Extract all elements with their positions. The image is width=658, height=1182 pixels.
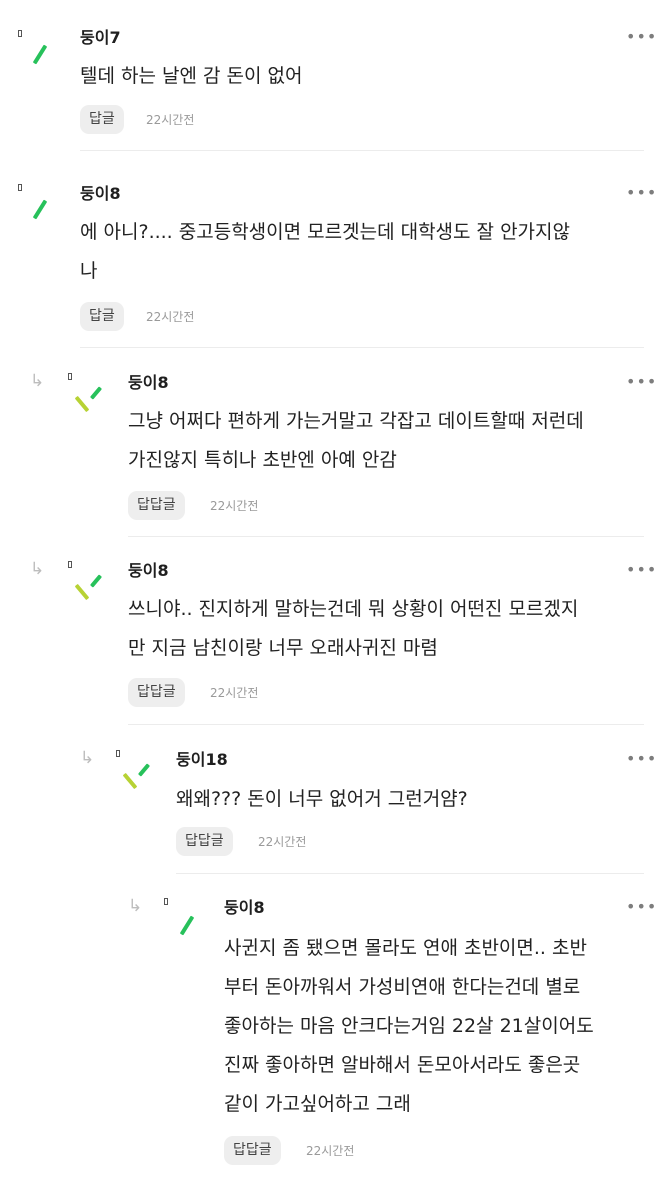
avatar-stroke-icon bbox=[32, 44, 48, 65]
more-options-icon[interactable]: ••• bbox=[626, 751, 657, 767]
comment-author[interactable]: 둥이8 bbox=[128, 373, 169, 393]
divider bbox=[128, 536, 644, 537]
reply-button[interactable]: 답답글 bbox=[176, 827, 233, 856]
small-marker-icon bbox=[116, 750, 120, 757]
avatar-stroke-icon bbox=[179, 915, 195, 936]
comment-text: 왜왜??? 돈이 너무 없어거 그런거얌? bbox=[176, 788, 468, 810]
small-marker-icon bbox=[18, 184, 22, 191]
avatar-stroke-icon bbox=[122, 772, 138, 790]
reply-arrow-icon: ↳ bbox=[30, 371, 45, 391]
comment-author[interactable]: 둥이8 bbox=[80, 184, 121, 204]
comment-time: 22시간전 bbox=[146, 310, 195, 324]
avatar-stroke-icon bbox=[137, 763, 151, 777]
divider bbox=[80, 150, 644, 151]
reply-button[interactable]: 답답글 bbox=[224, 1136, 281, 1165]
divider bbox=[128, 724, 644, 725]
comment-time: 22시간전 bbox=[258, 835, 307, 849]
divider bbox=[80, 347, 644, 348]
reply-button[interactable]: 답답글 bbox=[128, 491, 185, 520]
more-options-icon[interactable]: ••• bbox=[626, 899, 657, 915]
comment-text: 쓰니야.. 진지하게 말하는건데 뭐 상황이 어떤진 모르겠지 만 지금 남친이… bbox=[128, 598, 579, 659]
avatar-stroke-icon bbox=[89, 574, 103, 588]
comment-time: 22시간전 bbox=[146, 113, 195, 127]
more-options-icon[interactable]: ••• bbox=[626, 29, 657, 45]
more-options-icon[interactable]: ••• bbox=[626, 185, 657, 201]
divider bbox=[176, 873, 644, 874]
comment-time: 22시간전 bbox=[306, 1144, 355, 1158]
reply-arrow-icon: ↳ bbox=[30, 559, 45, 579]
comment-author[interactable]: 둥이8 bbox=[128, 561, 169, 581]
more-options-icon[interactable]: ••• bbox=[626, 374, 657, 390]
reply-button[interactable]: 답답글 bbox=[128, 678, 185, 707]
comment-time: 22시간전 bbox=[210, 499, 259, 513]
comment-text: 텔데 하는 날엔 감 돈이 없어 bbox=[80, 65, 303, 87]
reply-button[interactable]: 답글 bbox=[80, 302, 124, 331]
reply-arrow-icon: ↳ bbox=[80, 748, 95, 768]
comment-author[interactable]: 둥이18 bbox=[176, 750, 228, 770]
small-marker-icon bbox=[68, 561, 72, 568]
small-marker-icon bbox=[18, 30, 22, 37]
comment-text: 에 아니?.... 중고등학생이면 모르겟는데 대학생도 잘 안가지않 나 bbox=[80, 221, 571, 282]
avatar-stroke-icon bbox=[74, 583, 90, 601]
avatar-stroke-icon bbox=[89, 386, 103, 400]
comment-text: 사귄지 좀 됐으면 몰라도 연애 초반이면.. 초반 부터 돈아까워서 가성비연… bbox=[224, 937, 594, 1115]
small-marker-icon bbox=[68, 373, 72, 380]
reply-button[interactable]: 답글 bbox=[80, 105, 124, 134]
small-marker-icon bbox=[164, 898, 168, 905]
comment-author[interactable]: 둥이7 bbox=[80, 28, 121, 48]
comment-time: 22시간전 bbox=[210, 686, 259, 700]
comment-text: 그냥 어쩌다 편하게 가는거말고 각잡고 데이트할때 저런데 가진않지 특히나 … bbox=[128, 410, 584, 471]
more-options-icon[interactable]: ••• bbox=[626, 562, 657, 578]
avatar-stroke-icon bbox=[74, 395, 90, 413]
avatar-stroke-icon bbox=[32, 199, 48, 220]
reply-arrow-icon: ↳ bbox=[128, 896, 143, 916]
comment-author[interactable]: 둥이8 bbox=[224, 898, 265, 918]
